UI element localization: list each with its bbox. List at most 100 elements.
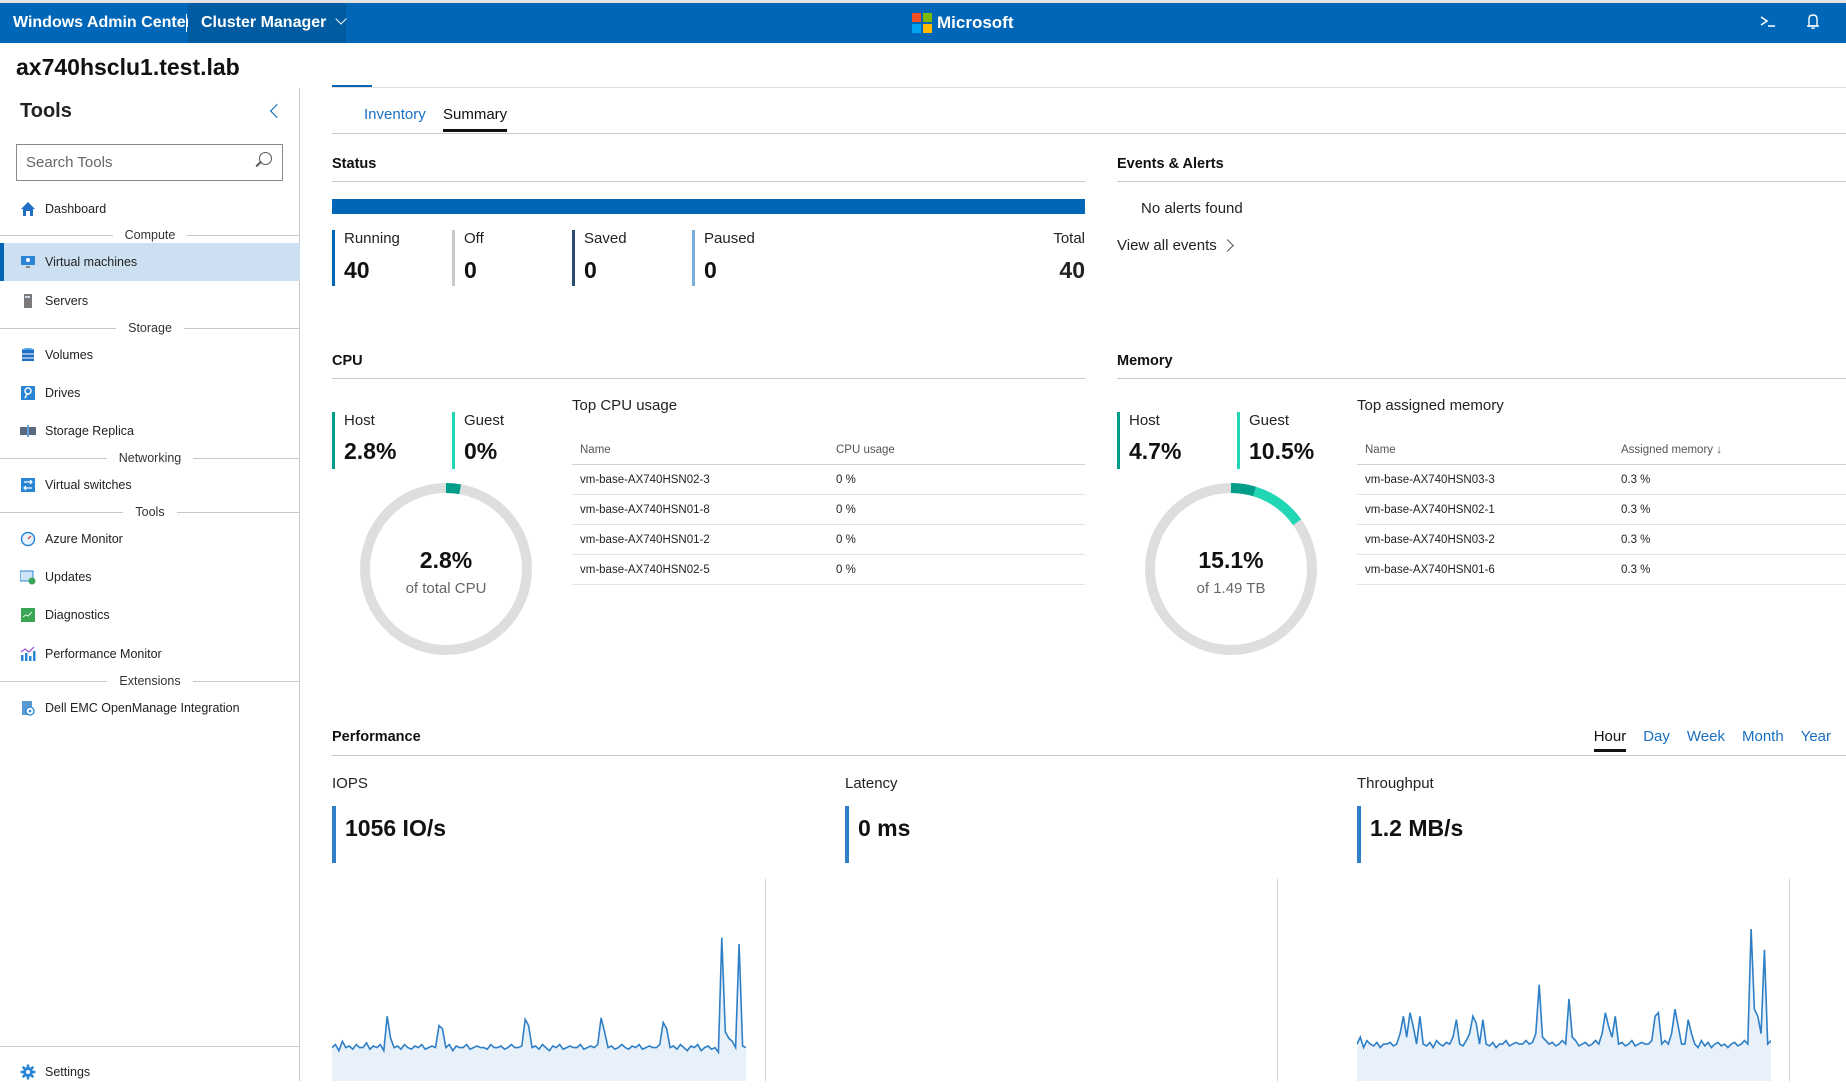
column-name[interactable]: Name [1365, 444, 1621, 456]
top-cpu-table: Top CPU usage Name CPU usage vm-base-AX7… [572, 397, 1085, 585]
cpu-donut-value: 2.8% [419, 547, 473, 573]
range-tab-week[interactable]: Week [1687, 728, 1725, 752]
cpu-donut-caption: of total CPU [405, 580, 487, 597]
sidebar-item-volumes[interactable]: Volumes [0, 336, 300, 374]
gear-icon [20, 1064, 36, 1080]
column-name[interactable]: Name [580, 444, 836, 456]
vm-name: vm-base-AX740HSN01-2 [580, 533, 710, 546]
metric-label: Host [344, 412, 375, 429]
memory-title: Memory [1117, 353, 1173, 369]
nav-group-tools: Tools [0, 505, 300, 519]
sidebar-item-label: Volumes [45, 348, 93, 362]
assigned-memory-value: 0.3 % [1621, 473, 1651, 486]
status-label: Paused [704, 230, 755, 247]
status-label: Saved [584, 230, 627, 247]
cpu-usage-value: 0 % [836, 473, 856, 486]
column-cpu-usage[interactable]: CPU usage [836, 444, 895, 456]
search-tools-input[interactable]: Search Tools [16, 144, 283, 181]
assigned-memory-value: 0.3 % [1621, 503, 1651, 516]
table-row[interactable]: vm-base-AX740HSN01-6 0.3 % [1357, 555, 1846, 585]
metric-label: IOPS [332, 775, 368, 792]
table-row[interactable]: vm-base-AX740HSN03-3 0.3 % [1357, 465, 1846, 495]
cpu-host-metric: Host 2.8% [332, 412, 396, 469]
table-row[interactable]: vm-base-AX740HSN02-3 0 % [572, 465, 1085, 495]
tab-summary[interactable]: Summary [443, 106, 508, 132]
app-name[interactable]: Windows Admin Center [13, 14, 192, 32]
throughput-chart [1357, 928, 1771, 1081]
status-total: Total 40 [991, 230, 1085, 284]
column-assigned-memory[interactable]: Assigned memory ↓ [1621, 444, 1722, 456]
sidebar-item-drives[interactable]: Drives [0, 374, 300, 412]
status-total-label: Total [1053, 230, 1085, 247]
main-content: Inventory Summary Status Running 40 Off … [301, 44, 1846, 1081]
cluster-manager-menu[interactable]: Cluster Manager [188, 3, 347, 43]
metric-value: 10.5% [1249, 438, 1315, 464]
cpu-usage-value: 0 % [836, 503, 856, 516]
updates-icon [19, 569, 36, 585]
range-tab-month[interactable]: Month [1742, 728, 1784, 752]
table-title: Top assigned memory [1357, 397, 1504, 414]
tools-sidebar: Tools Search Tools Dashboard Compute Vir… [0, 88, 300, 1081]
donut-host-segment [1230, 483, 1257, 497]
table-row[interactable]: vm-base-AX740HSN01-8 0 % [572, 495, 1085, 525]
nav-group-storage: Storage [0, 321, 300, 335]
sidebar-item-settings[interactable]: Settings [0, 1053, 300, 1091]
sidebar-item-label: Dashboard [45, 202, 107, 216]
collapse-sidebar-icon[interactable] [269, 103, 285, 119]
sidebar-item-virtual-machines[interactable]: Virtual machines [0, 243, 300, 281]
view-all-events-link[interactable]: View all events [1117, 237, 1234, 254]
sidebar-item-performance-monitor[interactable]: Performance Monitor [0, 635, 300, 673]
sidebar-item-storage-replica[interactable]: Storage Replica [0, 412, 300, 450]
sidebar-item-servers[interactable]: Servers [0, 282, 300, 320]
chevron-right-icon [1220, 239, 1234, 252]
chart-divider [1789, 879, 1790, 1081]
range-tab-day[interactable]: Day [1643, 728, 1670, 752]
powershell-icon[interactable] [1757, 12, 1779, 34]
vm-name: vm-base-AX740HSN02-3 [580, 473, 710, 486]
metric-label: Latency [845, 775, 898, 792]
view-all-events-label: View all events [1117, 237, 1217, 254]
page-title: ax740hsclu1.test.lab [16, 54, 240, 80]
vm-name: vm-base-AX740HSN03-2 [1365, 533, 1495, 546]
metric-label: Throughput [1357, 775, 1434, 792]
chart-line [332, 937, 746, 1055]
table-row[interactable]: vm-base-AX740HSN01-2 0 % [572, 525, 1085, 555]
range-tab-hour[interactable]: Hour [1593, 728, 1627, 752]
status-title: Status [332, 156, 377, 172]
chart-divider [1277, 879, 1278, 1081]
assigned-memory-value: 0.3 % [1621, 533, 1651, 546]
metric-value: 2.8% [344, 438, 397, 464]
donut-guest-segment [1252, 486, 1302, 526]
table-row[interactable]: vm-base-AX740HSN02-1 0.3 % [1357, 495, 1846, 525]
tab-inventory[interactable]: Inventory [364, 106, 426, 132]
sidebar-item-label: Storage Replica [45, 424, 134, 438]
group-label: Storage [116, 321, 184, 335]
sidebar-item-dell-emc-openmanage[interactable]: Dell EMC OpenManage Integration [0, 689, 300, 727]
table-row[interactable]: vm-base-AX740HSN02-5 0 % [572, 555, 1085, 585]
events-divider [1117, 181, 1846, 182]
range-tab-year[interactable]: Year [1801, 728, 1831, 752]
metric-label: Guest [464, 412, 505, 429]
table-row[interactable]: vm-base-AX740HSN03-2 0.3 % [1357, 525, 1846, 555]
memory-host-metric: Host 4.7% [1117, 412, 1181, 469]
no-alerts-message: No alerts found [1141, 200, 1243, 217]
notifications-bell-icon[interactable] [1802, 12, 1824, 34]
status-progress-bar [332, 199, 1085, 214]
sidebar-item-azure-monitor[interactable]: Azure Monitor [0, 520, 300, 558]
status-value: 0 [464, 257, 477, 283]
search-icon[interactable] [259, 152, 272, 165]
top-bar: Windows Admin Center Cluster Manager Mic… [0, 0, 1846, 43]
sidebar-item-virtual-switches[interactable]: Virtual switches [0, 466, 300, 504]
table-header: Name CPU usage [572, 435, 1085, 465]
sidebar-item-dashboard[interactable]: Dashboard [0, 190, 300, 228]
search-placeholder: Search Tools [26, 154, 113, 171]
latency-metric: Latency 0 ms [845, 775, 1325, 863]
sidebar-item-label: Performance Monitor [45, 647, 162, 661]
azure-monitor-icon [20, 531, 36, 547]
sidebar-item-updates[interactable]: Updates [0, 558, 300, 596]
sidebar-item-diagnostics[interactable]: Diagnostics [0, 596, 300, 634]
server-icon [20, 293, 36, 309]
vm-name: vm-base-AX740HSN03-3 [1365, 473, 1495, 486]
volumes-icon [20, 347, 36, 363]
sidebar-item-label: Virtual switches [45, 478, 132, 492]
